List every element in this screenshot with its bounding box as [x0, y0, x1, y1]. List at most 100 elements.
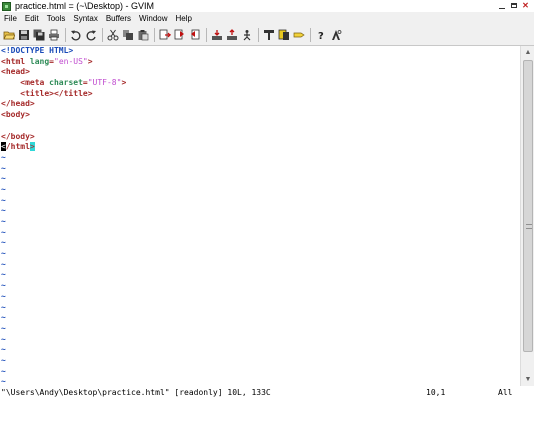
- find-next-icon[interactable]: [173, 28, 187, 42]
- menu-edit[interactable]: Edit: [21, 12, 43, 25]
- menu-window[interactable]: Window: [135, 12, 171, 25]
- code-token: "en-US": [54, 56, 88, 66]
- code-token: >: [87, 56, 93, 66]
- code-token: <title></title>: [20, 88, 93, 98]
- empty-line-marker: ~: [1, 281, 6, 291]
- code-line[interactable]: [0, 121, 520, 132]
- code-token: charset: [49, 78, 83, 88]
- empty-line-marker: ~: [1, 174, 6, 184]
- code-token: </head>: [1, 99, 35, 109]
- toolbar-separator: [102, 28, 103, 42]
- menu-syntax[interactable]: Syntax: [69, 12, 101, 25]
- toolbar-separator: [258, 28, 259, 42]
- scrollbar-thumb[interactable]: [523, 60, 533, 352]
- scroll-indicator: All: [498, 388, 513, 397]
- code-token: <meta: [20, 78, 50, 88]
- run-script-icon[interactable]: [240, 28, 254, 42]
- empty-line-marker: ~: [1, 195, 6, 205]
- empty-line-marker: ~: [1, 184, 6, 194]
- find-prev-icon[interactable]: [188, 28, 202, 42]
- empty-line-marker: ~: [1, 270, 6, 280]
- toolbar-separator: [310, 28, 311, 42]
- toolbar-separator: [206, 28, 207, 42]
- find-help-icon[interactable]: [329, 28, 343, 42]
- help-icon[interactable]: ?: [314, 28, 328, 42]
- code-line[interactable]: <html lang="en-US">: [0, 57, 520, 68]
- load-session-icon[interactable]: [210, 28, 224, 42]
- minimize-icon[interactable]: [497, 1, 506, 10]
- menu-buffers[interactable]: Buffers: [102, 12, 135, 25]
- code-line[interactable]: </body>: [0, 132, 520, 143]
- code-token: lang: [29, 56, 50, 66]
- code-line[interactable]: </head>: [0, 99, 520, 110]
- code-line[interactable]: <title></title>: [0, 89, 520, 100]
- empty-line-marker: ~: [1, 227, 6, 237]
- gvim-app-icon[interactable]: [2, 1, 11, 11]
- paste-icon[interactable]: [136, 28, 150, 42]
- save-icon[interactable]: [17, 28, 31, 42]
- code-line[interactable]: </html>: [0, 142, 520, 153]
- status-line: "\Users\Andy\Desktop\practice.html" [rea…: [0, 386, 534, 400]
- window-title: practice.html = (~\Desktop) - GVIM: [15, 1, 155, 11]
- menu-tools[interactable]: Tools: [43, 12, 70, 25]
- code-line[interactable]: <body>: [0, 110, 520, 121]
- code-token: <body>: [1, 110, 30, 120]
- redo-icon[interactable]: [84, 28, 98, 42]
- copy-icon[interactable]: [121, 28, 135, 42]
- vertical-scrollbar[interactable]: ▲ ▼: [520, 46, 534, 386]
- empty-line-marker: ~: [1, 217, 6, 226]
- code-token: </body>: [1, 131, 35, 141]
- empty-line-marker: ~: [1, 302, 6, 312]
- code-token: <head>: [1, 67, 30, 77]
- cut-icon[interactable]: [106, 28, 120, 42]
- window-controls: ✕: [497, 1, 530, 10]
- empty-line-marker: ~: [1, 366, 6, 376]
- make-icon[interactable]: [262, 28, 276, 42]
- empty-line-marker: ~: [1, 238, 6, 248]
- empty-line-marker: ~: [1, 334, 6, 344]
- undo-icon[interactable]: [69, 28, 83, 42]
- save-all-icon[interactable]: [32, 28, 46, 42]
- svg-text:?: ?: [318, 31, 324, 41]
- save-session-icon[interactable]: [225, 28, 239, 42]
- scroll-up-icon[interactable]: ▲: [521, 46, 534, 59]
- empty-line-marker: ~: [1, 259, 6, 269]
- close-icon[interactable]: ✕: [521, 1, 530, 10]
- open-file-icon[interactable]: [2, 28, 16, 42]
- print-icon[interactable]: [47, 28, 61, 42]
- menu-help[interactable]: Help: [172, 12, 196, 25]
- code-token: <!DOCTYPE HTML>: [1, 46, 74, 55]
- toolbar: ?: [0, 25, 534, 46]
- empty-line-marker: ~: [1, 345, 6, 355]
- code-token: >: [121, 78, 127, 88]
- toolbar-separator: [65, 28, 66, 42]
- code-token: <html: [1, 56, 30, 66]
- status-message: "\Users\Andy\Desktop\practice.html" [rea…: [1, 388, 271, 397]
- cursor-position: 10,1: [426, 388, 446, 397]
- maximize-icon[interactable]: [509, 1, 518, 10]
- empty-line-marker: ~: [1, 291, 6, 301]
- shell-icon[interactable]: [277, 28, 291, 42]
- empty-line-marker: ~: [1, 355, 6, 365]
- empty-line-marker: ~: [1, 323, 6, 333]
- replace-icon[interactable]: [158, 28, 172, 42]
- matching-bracket: >: [29, 142, 35, 152]
- tag-jump-icon[interactable]: [292, 28, 306, 42]
- toolbar-separator: [154, 28, 155, 42]
- scrollbar-grip-icon: [526, 224, 532, 229]
- scroll-down-icon[interactable]: ▼: [521, 373, 534, 386]
- code-line[interactable]: <meta charset="UTF-8">: [0, 78, 520, 89]
- code-line[interactable]: <head>: [0, 67, 520, 78]
- code-token: /html: [5, 142, 30, 152]
- title-bar: practice.html = (~\Desktop) - GVIM ✕: [0, 0, 534, 12]
- empty-line-marker: ~: [1, 152, 6, 162]
- text-editor[interactable]: <!DOCTYPE HTML> <html lang="en-US"> <head>…: [0, 46, 520, 386]
- code-line[interactable]: <!DOCTYPE HTML>: [0, 46, 520, 57]
- empty-line-marker: ~: [1, 377, 6, 386]
- empty-line-marker: ~: [1, 313, 6, 323]
- menu-file[interactable]: File: [0, 12, 21, 25]
- empty-line-marker: ~: [1, 206, 6, 216]
- menu-bar: File Edit Tools Syntax Buffers Window He…: [0, 12, 534, 25]
